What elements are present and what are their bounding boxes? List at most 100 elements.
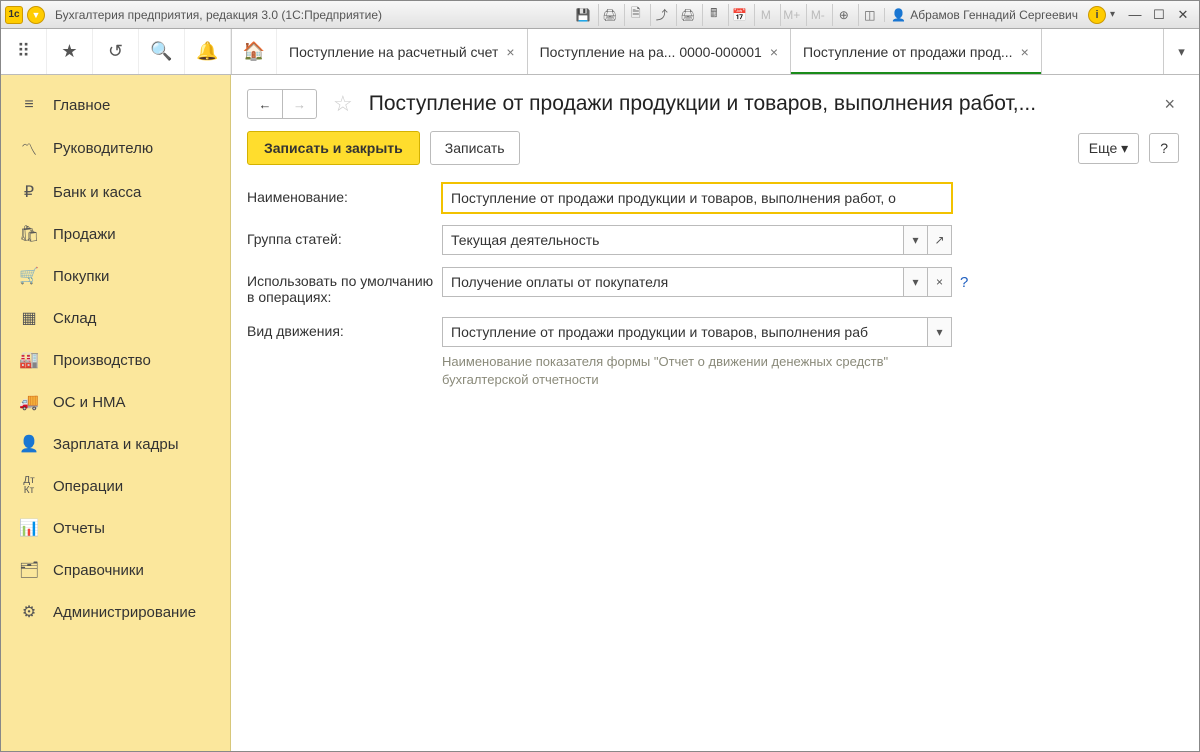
page-header: ← → ☆ Поступление от продажи продукции и… [231,75,1199,125]
group-input[interactable] [443,226,903,254]
sidebar-item-sales[interactable]: 🛍Продажи [1,213,230,255]
app-title: Бухгалтерия предприятия, редакция 3.0 (1… [55,8,382,22]
sidebar-item-label: Покупки [53,268,109,285]
factory-icon: 🏭 [19,350,39,370]
calc-icon[interactable]: 🖩 [702,4,724,26]
app-window: 1c ▼ Бухгалтерия предприятия, редакция 3… [0,0,1200,752]
forward-button[interactable]: → [282,90,316,118]
sidebar-item-purchases[interactable]: 🛒 Покупки [1,255,230,297]
calendar-icon[interactable]: 📅 [728,4,750,26]
sidebar: ≡ Главное 〽Руководителю ₽Банк и касса 🛍Пр… [1,75,231,751]
sidebar-item-reports[interactable]: 📊Отчеты [1,507,230,549]
favorite-star-icon[interactable]: ☆ [333,91,353,117]
tab-close-icon[interactable]: × [506,44,514,60]
minimize-button[interactable]: — [1123,4,1147,26]
form-row-group: Группа статей: ▾ ↗ [247,225,1179,255]
movement-label: Вид движения: [247,317,442,339]
grid-icon: ▦ [19,308,39,328]
memory-mminus-icon[interactable]: M- [806,4,828,26]
sidebar-item-admin[interactable]: ⚙ Администрирование [1,591,230,633]
gear-icon: ⚙ [19,602,39,622]
sidebar-item-manager[interactable]: 〽Руководителю [1,125,230,171]
name-input[interactable] [443,184,951,212]
default-dropdown-button[interactable]: ▾ [903,268,927,296]
favorites-icon[interactable]: ★ [47,29,93,74]
tabs-more-button[interactable]: ▾ [1163,29,1199,74]
sidebar-item-label: Справочники [53,562,144,579]
tab-close-icon[interactable]: × [1021,44,1029,60]
trend-icon: 〽 [19,136,39,160]
form-row-default: Использовать по умолчанию в операциях: ▾… [247,267,1179,305]
default-input[interactable] [443,268,903,296]
export-icon[interactable]: ⤴ [650,4,672,26]
tab-1[interactable]: Поступление на расчетный счет × [277,29,528,74]
tab-label: Поступление от продажи прод... [803,44,1013,60]
print2-icon[interactable]: 🖨 [676,4,698,26]
movement-dropdown-button[interactable]: ▾ [927,318,951,346]
sidebar-item-warehouse[interactable]: ▦ Склад [1,297,230,339]
body: ≡ Главное 〽Руководителю ₽Банк и касса 🛍Пр… [1,75,1199,751]
home-button[interactable]: 🏠 [231,29,277,74]
default-label: Использовать по умолчанию в операциях: [247,267,442,305]
close-button[interactable]: ✕ [1171,4,1195,26]
sidebar-item-bank[interactable]: ₽Банк и касса [1,171,230,213]
notifications-icon[interactable]: 🔔 [185,29,231,74]
form-row-name: Наименование: [247,183,1179,213]
sidebar-item-label: Главное [53,97,110,114]
save-button[interactable]: Записать [430,131,520,165]
user-block[interactable]: 👤 Абрамов Геннадий Сергеевич [884,8,1084,22]
app-logo-icon: 1c [5,6,23,24]
zoom-icon[interactable]: ⊕ [832,4,854,26]
sidebar-item-hr[interactable]: 👤Зарплата и кадры [1,423,230,465]
sidebar-item-label: Зарплата и кадры [53,436,179,453]
action-row: Записать и закрыть Записать Еще ▾ ? [231,125,1199,183]
info-icon[interactable]: i [1088,6,1106,24]
cart-icon: 🛒 [19,266,39,286]
sidebar-item-catalogs[interactable]: 🗂Справочники [1,549,230,591]
sidebar-item-main[interactable]: ≡ Главное [1,85,230,125]
ruble-icon: ₽ [19,182,39,202]
panel-icon[interactable]: ◫ [858,4,880,26]
help-button[interactable]: ? [1149,133,1179,163]
back-button[interactable]: ← [248,90,282,118]
page-close-button[interactable]: × [1160,94,1179,115]
tab-2[interactable]: Поступление на ра... 0000-000001 × [528,29,791,74]
group-dropdown-button[interactable]: ▾ [903,226,927,254]
more-label: Еще [1089,140,1118,156]
maximize-button[interactable]: ☐ [1147,4,1171,26]
default-help-icon[interactable]: ? [960,274,968,291]
print-icon[interactable]: 🖨 [598,4,620,26]
more-button[interactable]: Еще ▾ [1078,133,1139,164]
apps-icon[interactable]: ⠿ [1,29,47,74]
memory-m-icon[interactable]: M [754,4,776,26]
sidebar-item-label: Склад [53,310,96,327]
user-name-label: Абрамов Геннадий Сергеевич [910,8,1078,22]
default-clear-button[interactable]: × [927,268,951,296]
sidebar-item-production[interactable]: 🏭Производство [1,339,230,381]
sidebar-item-operations[interactable]: ДтКтОперации [1,465,230,507]
document-icon[interactable]: 🗎 [624,4,646,26]
menu-icon: ≡ [19,96,39,114]
history-icon[interactable]: ↺ [93,29,139,74]
tab-label: Поступление на ра... 0000-000001 [540,44,762,60]
tab-close-icon[interactable]: × [770,44,778,60]
titlebar: 1c ▼ Бухгалтерия предприятия, редакция 3… [1,1,1199,29]
sidebar-item-label: Продажи [53,226,116,243]
save-icon[interactable]: 💾 [572,4,594,26]
info-chevron-icon[interactable]: ▾ [1110,9,1115,20]
chart-icon: 📊 [19,518,39,538]
page-title: Поступление от продажи продукции и товар… [369,92,1153,116]
nav-history-buttons: ← → [247,89,317,119]
group-open-button[interactable]: ↗ [927,226,951,254]
user-icon: 👤 [891,8,906,22]
group-label: Группа статей: [247,225,442,247]
movement-input[interactable] [443,318,927,346]
memory-mplus-icon[interactable]: M+ [780,4,802,26]
tab-3[interactable]: Поступление от продажи прод... × [791,29,1042,74]
app-menu-dropdown[interactable]: ▼ [27,6,45,24]
sidebar-item-label: Администрирование [53,604,196,621]
search-icon[interactable]: 🔍 [139,29,185,74]
main-content: ← → ☆ Поступление от продажи продукции и… [231,75,1199,751]
save-and-close-button[interactable]: Записать и закрыть [247,131,420,165]
sidebar-item-assets[interactable]: 🚚ОС и НМА [1,381,230,423]
